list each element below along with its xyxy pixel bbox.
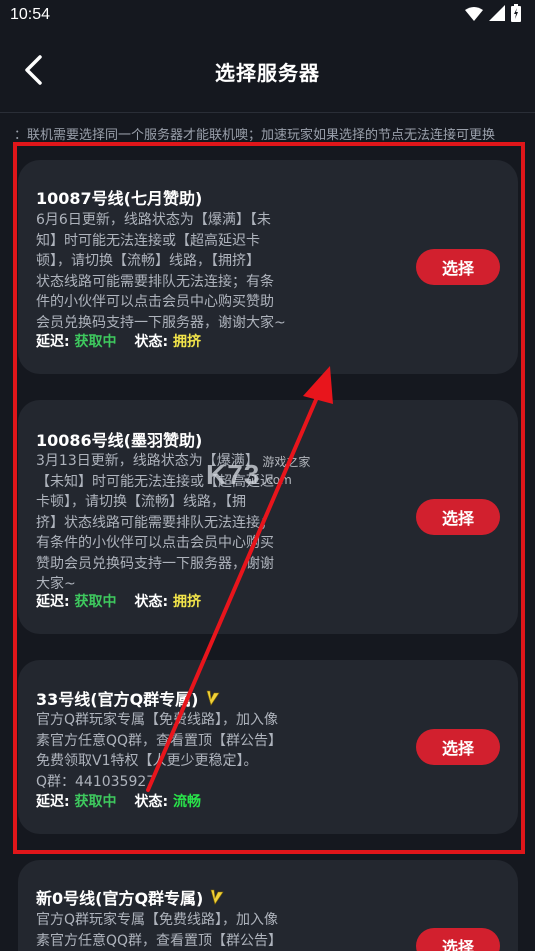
server-card[interactable]: 新0号线(官方Q群专属) 官方Q群玩家专属【免费线路】，加入像 素官方任意QQ群…: [18, 860, 518, 951]
status-bar: 10:54: [0, 0, 535, 30]
select-button[interactable]: 选择: [416, 928, 500, 951]
server-description: 官方Q群玩家专属【免费线路】，加入像 素官方任意QQ群，查看置顶【群公告】: [36, 912, 283, 949]
signal-icon: [489, 5, 505, 25]
battery-icon: [511, 4, 521, 26]
status-time: 10:54: [10, 6, 51, 23]
status-icons: [465, 4, 521, 26]
server-name: 新0号线(官方Q群专属): [36, 885, 225, 909]
wifi-icon: [465, 6, 483, 25]
back-button[interactable]: [18, 52, 48, 88]
highlight-annotation-box: [13, 142, 525, 854]
page-title: 选择服务器: [215, 60, 320, 85]
top-bar: 选择服务器: [0, 30, 535, 112]
vip-v-badge-icon: [210, 889, 224, 905]
chevron-left-icon: [25, 55, 42, 85]
header-divider: [0, 112, 535, 113]
